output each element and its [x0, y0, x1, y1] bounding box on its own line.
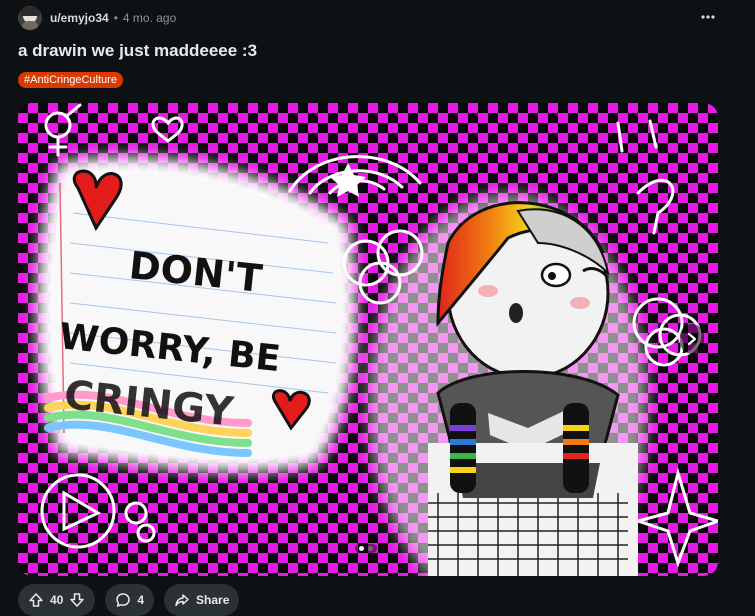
post-age: 4 mo. ago [122, 11, 177, 25]
vote-pill: 40 [18, 584, 96, 616]
arrow-down-icon[interactable] [69, 592, 85, 608]
gallery-dot-active [359, 546, 364, 551]
arrow-up-icon[interactable] [28, 592, 44, 608]
flair-badge[interactable]: #AntiCringeCulture [18, 72, 123, 88]
gallery-dot [368, 546, 373, 551]
post-actions: 40 4 Share [18, 584, 240, 616]
gallery-dots [355, 544, 377, 553]
vote-count: 40 [50, 593, 64, 607]
post-image-gallery[interactable]: DON'T WORRY, BE CRINGY [18, 103, 718, 576]
avatar[interactable] [18, 6, 42, 30]
chevron-right-icon[interactable] [680, 324, 704, 354]
share-button[interactable]: Share [164, 584, 240, 616]
share-label: Share [196, 593, 230, 607]
comments-button[interactable]: 4 [105, 584, 155, 616]
comment-count: 4 [137, 593, 145, 607]
username[interactable]: u/emyjo34 [50, 11, 109, 25]
post-title[interactable]: a drawin we just maddeeee :3 [18, 41, 257, 61]
more-options-icon[interactable] [699, 8, 717, 26]
post-header: u/emyjo34 • 4 mo. ago [18, 6, 755, 30]
drawing-artwork: DON'T WORRY, BE CRINGY [18, 103, 718, 576]
comment-icon [115, 592, 131, 608]
separator-dot: • [113, 11, 118, 25]
share-icon [174, 592, 190, 608]
